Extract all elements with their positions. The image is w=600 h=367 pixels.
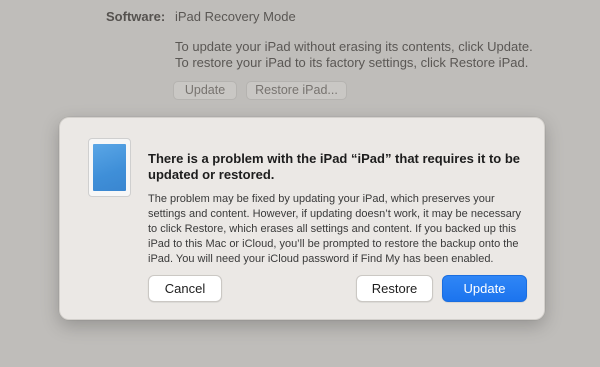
dialog-title: There is a problem with the iPad “iPad” … [148,151,521,182]
description-line-update: To update your iPad without erasing its … [175,39,533,54]
description-line-restore: To restore your iPad to its factory sett… [175,55,529,70]
cancel-button[interactable]: Cancel [148,275,222,302]
ipad-icon [88,138,131,197]
software-description: To update your iPad without erasing its … [175,39,575,71]
software-value: iPad Recovery Mode [175,9,296,24]
background-update-button[interactable]: Update [173,81,237,100]
update-button[interactable]: Update [442,275,527,302]
alert-dialog: There is a problem with the iPad “iPad” … [59,117,545,320]
ipad-screen [93,144,126,191]
restore-button[interactable]: Restore [356,275,433,302]
software-label: Software: [106,9,166,24]
background-restore-ipad-button[interactable]: Restore iPad... [246,81,347,100]
dialog-message: The problem may be fixed by updating you… [148,193,521,265]
